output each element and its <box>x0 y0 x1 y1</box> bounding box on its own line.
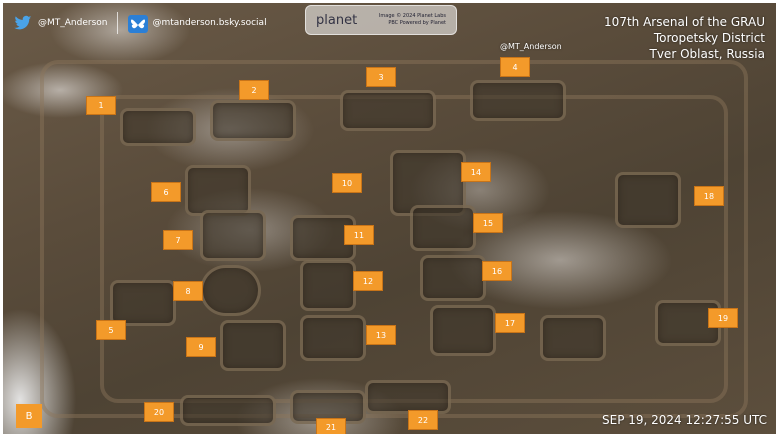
planet-credit-box: planet Image © 2024 Planet Labs PBC Powe… <box>305 5 457 35</box>
storage-berm <box>430 305 496 356</box>
site-marker-7: 7 <box>163 230 193 250</box>
location-title: 107th Arsenal of the GRAU Toropetsky Dis… <box>604 14 765 62</box>
bluesky-handle-group: @mtanderson.bsky.social <box>128 15 267 33</box>
site-marker-18: 18 <box>694 186 724 206</box>
capture-timestamp: SEP 19, 2024 12:27:55 UTC <box>602 413 767 427</box>
satellite-image: @MT_Anderson @mtanderson.bsky.social pla… <box>0 0 779 437</box>
title-line2: Toropetsky District <box>653 31 765 45</box>
storage-berm <box>410 205 476 251</box>
storage-berm <box>420 255 486 301</box>
twitter-handle: @MT_Anderson <box>38 18 108 28</box>
handle-divider <box>117 12 119 34</box>
site-marker-2: 2 <box>239 80 269 100</box>
title-line1: 107th Arsenal of the GRAU <box>604 15 765 29</box>
storage-berm <box>200 210 266 261</box>
bluesky-icon <box>128 15 149 33</box>
site-marker-8: 8 <box>173 281 203 301</box>
storage-berm <box>365 380 451 414</box>
storage-berm <box>180 395 276 426</box>
site-marker-20: 20 <box>144 402 174 422</box>
storage-berm <box>540 315 606 361</box>
site-marker-14: 14 <box>461 162 491 182</box>
site-marker-10: 10 <box>332 173 362 193</box>
storage-berm <box>615 172 681 228</box>
storage-berm <box>300 260 356 311</box>
storage-berm <box>470 80 566 121</box>
panel-letter-badge: B <box>16 404 42 428</box>
site-marker-16: 16 <box>482 261 512 281</box>
social-handles: @MT_Anderson @mtanderson.bsky.social <box>14 12 267 34</box>
site-marker-21: 21 <box>316 418 346 437</box>
site-marker-1: 1 <box>86 96 116 115</box>
site-marker-9: 9 <box>186 337 216 357</box>
bluesky-handle: @mtanderson.bsky.social <box>152 18 267 28</box>
site-marker-22: 22 <box>408 410 438 430</box>
overlay-handle: @MT_Anderson <box>500 42 562 51</box>
site-marker-12: 12 <box>353 271 383 291</box>
twitter-handle-group: @MT_Anderson <box>14 15 107 31</box>
site-marker-13: 13 <box>366 325 396 345</box>
site-marker-15: 15 <box>473 213 503 233</box>
site-marker-17: 17 <box>495 313 525 333</box>
site-marker-3: 3 <box>366 67 396 87</box>
planet-credit-text: Image © 2024 Planet Labs PBC Powered by … <box>366 13 446 27</box>
site-marker-5: 5 <box>96 320 126 340</box>
site-marker-11: 11 <box>344 225 374 245</box>
title-line3: Tver Oblast, Russia <box>649 47 766 61</box>
storage-berm <box>220 320 286 371</box>
storage-berm <box>300 315 366 361</box>
storage-berm <box>200 265 261 316</box>
planet-credit-line1: Image © 2024 Planet Labs <box>378 13 446 19</box>
storage-berm <box>185 165 251 216</box>
twitter-bird-icon <box>14 15 32 31</box>
planet-logo: planet <box>316 12 358 28</box>
storage-berm <box>210 100 296 141</box>
site-marker-4: 4 <box>500 57 530 77</box>
site-marker-19: 19 <box>708 308 738 328</box>
storage-berm <box>340 90 436 131</box>
site-marker-6: 6 <box>151 182 181 202</box>
planet-credit-line2: PBC Powered by Planet <box>388 20 446 26</box>
storage-berm <box>120 108 196 146</box>
